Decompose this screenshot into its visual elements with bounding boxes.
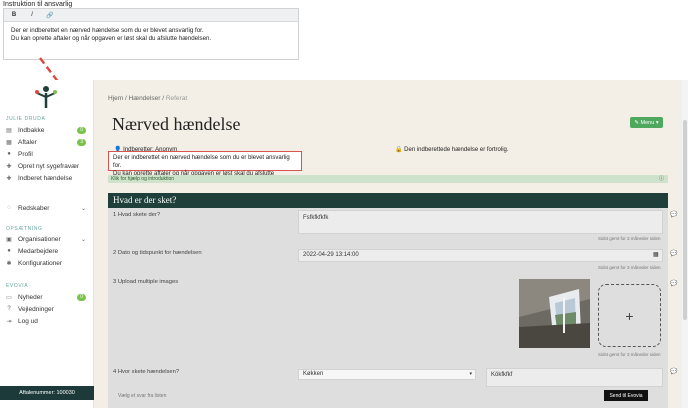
breadcrumb-current: Referat bbox=[165, 95, 188, 102]
sidebar-item-vejledninger[interactable]: ? Vejledninger bbox=[0, 303, 94, 315]
sidebar-item-nyheder[interactable]: ▭ Nyheder 0 bbox=[0, 291, 94, 303]
question-label: 1 Hvad skete der? bbox=[113, 212, 161, 218]
agreement-number: Aftalenummer: 100030 bbox=[0, 386, 94, 400]
editor-body[interactable]: Der er indberettet en nærved hændelse so… bbox=[4, 22, 298, 48]
sidebar-item-medarbejdere[interactable]: ● Medarbejdere bbox=[0, 245, 94, 257]
person-icon: ● bbox=[7, 151, 11, 157]
question-label: 3 Upload multiple images bbox=[113, 279, 179, 285]
org-icon: ▣ bbox=[6, 236, 12, 243]
question-icon: ? bbox=[7, 306, 11, 312]
sidebar-group-setup: ▣ Organisationer ⌄ ● Medarbejdere ✱ Konfigur… bbox=[0, 233, 94, 269]
chevron-down-icon: ⌄ bbox=[80, 205, 86, 212]
saved-status: Sidst gemt for 3 måneder siden bbox=[598, 352, 661, 357]
select-hint: Vælg et svar fra listen bbox=[118, 393, 167, 399]
comment-icon[interactable]: 💬 bbox=[670, 280, 677, 287]
scrollbar-thumb[interactable] bbox=[683, 120, 687, 320]
question-label: 4 Hvor skete hændelsen? bbox=[113, 369, 180, 375]
confidential-note: 🔒 Den indberettede hændelse er fortrolig… bbox=[395, 147, 509, 153]
news-icon: ▭ bbox=[6, 294, 12, 301]
tool-icon: ◌ bbox=[7, 205, 11, 211]
editor-line: Der er indberettet en nærved hændelse so… bbox=[11, 27, 204, 34]
inbox-icon: ▤ bbox=[6, 127, 12, 134]
breadcrumb-haendelser[interactable]: Hændelser bbox=[129, 95, 161, 102]
sidebar-section-user: JULIE DRUDA bbox=[6, 116, 46, 122]
send-to-evovia-button[interactable]: Send til Evovia bbox=[604, 390, 648, 401]
chevron-down-icon: ▾ bbox=[469, 371, 472, 377]
comment-icon[interactable]: 💬 bbox=[670, 368, 677, 375]
count-badge: 3 bbox=[77, 138, 86, 146]
add-image-button[interactable]: + bbox=[598, 284, 661, 347]
date-input[interactable]: 2022-04-29 13:14:00 bbox=[298, 249, 663, 262]
section-heading: Hvad er der sket? bbox=[108, 193, 668, 208]
italic-button[interactable]: I bbox=[27, 12, 37, 18]
plus-icon: + bbox=[625, 307, 634, 324]
question-label: 2 Dato og tidspunkt for hændelsen bbox=[113, 250, 202, 256]
sidebar-item-indberet[interactable]: ✚ Indberet hændelse bbox=[0, 172, 94, 184]
count-badge: 0 bbox=[77, 126, 86, 134]
answer-textarea[interactable]: Fsfkfkfkfk bbox=[298, 210, 663, 234]
sidebar-item-logud[interactable]: ⇥ Log ud bbox=[0, 315, 94, 327]
sidebar-item-redskaber[interactable]: ◌ Redskaber ⌄ bbox=[0, 202, 94, 214]
info-icon[interactable]: ⓘ bbox=[659, 175, 664, 182]
sidebar-group-evovia: ▭ Nyheder 0 ? Vejledninger ⇥ Log ud bbox=[0, 291, 94, 327]
link-icon[interactable]: 🔗 bbox=[45, 12, 55, 19]
sidebar-section-setup: OPSÆTNING bbox=[6, 226, 43, 232]
chevron-down-icon: ⌄ bbox=[80, 236, 86, 243]
saved-status: Sidst gemt for 3 måneder siden bbox=[598, 236, 661, 241]
rich-text-editor[interactable]: B I 🔗 Der er indberettet en nærved hænde… bbox=[3, 8, 299, 60]
sidebar-item-aftaler[interactable]: ▦ Aftaler 3 bbox=[0, 136, 94, 148]
uploaded-image[interactable] bbox=[519, 279, 590, 348]
saved-status: Sidst gemt for 3 måneder siden bbox=[598, 265, 661, 270]
sidebar-group-user: ▤ Indbakke 0 ▦ Aftaler 3 ● Profil ✚ Opret nyt … bbox=[0, 124, 94, 184]
bold-button[interactable]: B bbox=[9, 12, 19, 18]
lock-icon: 🔒 bbox=[395, 147, 403, 153]
instruction-text: Der er indberettet en nærved hændelse so… bbox=[108, 151, 302, 185]
breadcrumb: Hjem / Hændelser / Referat bbox=[108, 95, 188, 102]
sidebar-item-indbakke[interactable]: ▤ Indbakke 0 bbox=[0, 124, 94, 136]
calendar-icon[interactable]: ▦ bbox=[653, 251, 659, 258]
editor-line: Du kan oprette aftaler og når opgaven er… bbox=[11, 35, 212, 42]
breadcrumb-home[interactable]: Hjem bbox=[108, 95, 123, 102]
sidebar-item-organisationer[interactable]: ▣ Organisationer ⌄ bbox=[0, 233, 94, 245]
location-select[interactable]: Køkken ▾ bbox=[298, 369, 476, 380]
comment-icon[interactable]: 💬 bbox=[670, 250, 677, 257]
comment-icon[interactable]: 💬 bbox=[670, 211, 677, 218]
editor-toolbar: B I 🔗 bbox=[4, 9, 298, 22]
sidebar-item-konfigurationer[interactable]: ✱ Konfigurationer bbox=[0, 257, 94, 269]
plus-icon: ✚ bbox=[6, 163, 12, 170]
calendar-icon: ▦ bbox=[6, 139, 12, 146]
help-bar[interactable]: Klik for hjælp og introduktion bbox=[108, 175, 668, 183]
sidebar-item-sygefravaer[interactable]: ✚ Opret nyt sygefravær bbox=[0, 160, 94, 172]
location-text[interactable]: Kökfkfkf bbox=[486, 368, 663, 387]
editor-title: Instruktion til ansvarlig bbox=[3, 1, 73, 8]
sidebar-item-profil[interactable]: ● Profil bbox=[0, 148, 94, 160]
menu-button[interactable]: ✎ Menu ▾ bbox=[630, 117, 663, 128]
plus-icon: ✚ bbox=[6, 175, 12, 182]
logout-icon: ⇥ bbox=[6, 318, 12, 325]
logo-icon bbox=[35, 86, 57, 108]
gear-icon: ✱ bbox=[6, 260, 12, 267]
sidebar-section-evovia: EVOVIA bbox=[6, 283, 29, 289]
person-icon: ● bbox=[7, 248, 11, 254]
count-badge: 0 bbox=[77, 293, 86, 301]
page-title: Nærved hændelse bbox=[112, 114, 241, 134]
